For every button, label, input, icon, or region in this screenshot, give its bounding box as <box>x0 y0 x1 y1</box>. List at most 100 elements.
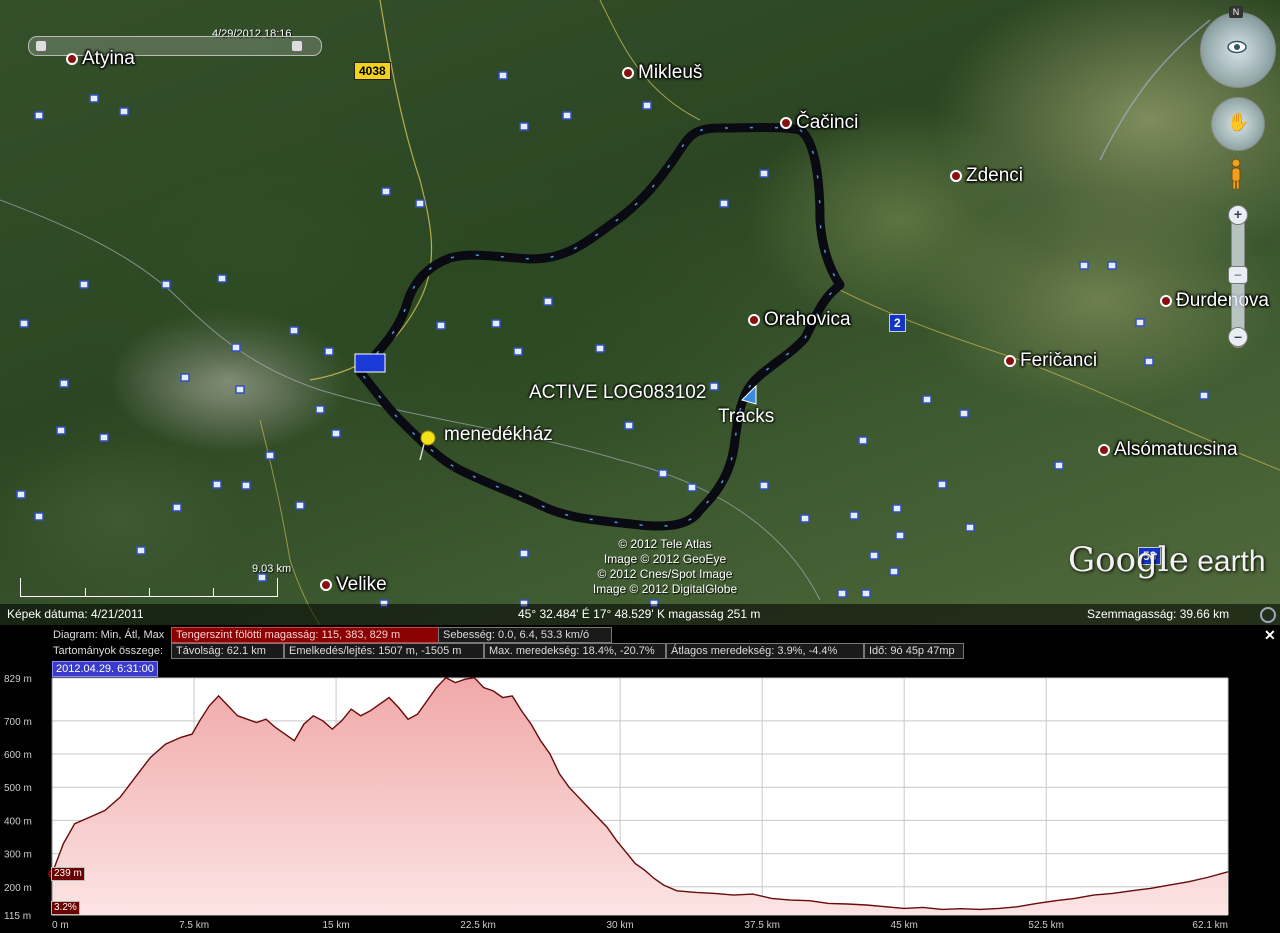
photo-marker-icon[interactable] <box>1199 391 1209 400</box>
photo-marker-icon[interactable] <box>19 319 29 328</box>
copyright-line: © 2012 Cnes/Spot Image <box>597 567 733 581</box>
photo-marker-icon[interactable] <box>289 326 299 335</box>
photo-marker-icon[interactable] <box>1079 261 1089 270</box>
photo-marker-icon[interactable] <box>235 385 245 394</box>
profile-stats-row-2: Tartományok összege: Távolság: 62.1 km E… <box>0 643 1280 659</box>
photo-marker-icon[interactable] <box>56 426 66 435</box>
eye-icon[interactable] <box>1227 40 1247 54</box>
photo-marker-icon[interactable] <box>719 199 729 208</box>
photo-marker-icon[interactable] <box>331 429 341 438</box>
city-label[interactable]: Đurdenova <box>1160 290 1269 312</box>
photo-marker-icon[interactable] <box>687 483 697 492</box>
north-indicator[interactable]: N <box>1229 6 1243 18</box>
photo-marker-icon[interactable] <box>89 94 99 103</box>
time-slider-end-handle[interactable] <box>291 40 303 52</box>
city-label[interactable]: Mikleuš <box>622 62 702 84</box>
photo-marker-icon[interactable] <box>491 319 501 328</box>
city-label[interactable]: Orahovica <box>748 309 851 331</box>
photo-marker-icon[interactable] <box>217 274 227 283</box>
close-profile-button[interactable]: ✕ <box>1264 627 1276 644</box>
photo-marker-icon[interactable] <box>837 589 847 598</box>
photo-marker-icon[interactable] <box>869 551 879 560</box>
photo-marker-icon[interactable] <box>180 373 190 382</box>
placemark-label[interactable]: menedékház <box>444 424 553 446</box>
photo-marker-icon[interactable] <box>858 436 868 445</box>
google-earth-logo: Google earth <box>1068 540 1266 580</box>
photo-marker-icon[interactable] <box>562 111 572 120</box>
photo-marker-icon[interactable] <box>937 480 947 489</box>
photo-marker-icon[interactable] <box>1144 357 1154 366</box>
photo-marker-icon[interactable] <box>324 347 334 356</box>
photo-marker-icon[interactable] <box>241 481 251 490</box>
photo-marker-icon[interactable] <box>965 523 975 532</box>
photo-marker-icon[interactable] <box>513 347 523 356</box>
photo-marker-icon[interactable] <box>315 405 325 414</box>
zoom-slider-thumb[interactable]: – <box>1228 266 1248 284</box>
track-start-marker[interactable] <box>354 353 386 373</box>
photo-marker-icon[interactable] <box>436 321 446 330</box>
pegman-icon[interactable] <box>1229 158 1243 190</box>
photo-marker-icon[interactable] <box>99 433 109 442</box>
photo-marker-icon[interactable] <box>231 343 241 352</box>
photo-marker-icon[interactable] <box>959 409 969 418</box>
photo-marker-icon[interactable] <box>79 280 89 289</box>
photo-marker-icon[interactable] <box>895 531 905 540</box>
zoom-in-button[interactable]: + <box>1228 205 1248 225</box>
distance-stat-chip[interactable]: Távolság: 62.1 km <box>171 643 284 659</box>
photo-marker-icon[interactable] <box>295 501 305 510</box>
photo-marker-icon[interactable] <box>136 546 146 555</box>
photo-marker-icon[interactable] <box>892 504 902 513</box>
photo-marker-icon[interactable] <box>172 503 182 512</box>
time-slider-start-handle[interactable] <box>35 40 47 52</box>
photo-marker-icon[interactable] <box>161 280 171 289</box>
time-stat-chip[interactable]: Idő: 9ó 45p 47mp <box>864 643 964 659</box>
photo-marker-icon[interactable] <box>624 421 634 430</box>
elevation-chart[interactable]: 829 m 700 m 600 m 500 m 400 m 300 m 200 m 115 m… <box>0 625 1280 933</box>
gain-loss-stat-chip[interactable]: Emelkedés/lejtés: 1507 m, -1505 m <box>284 643 484 659</box>
photo-marker-icon[interactable] <box>709 382 719 391</box>
photo-marker-icon[interactable] <box>861 589 871 598</box>
photo-marker-icon[interactable] <box>415 199 425 208</box>
photo-marker-icon[interactable] <box>922 395 932 404</box>
photo-marker-icon[interactable] <box>34 512 44 521</box>
photo-marker-icon[interactable] <box>849 511 859 520</box>
photo-marker-icon[interactable] <box>498 71 508 80</box>
x-tick-label: 45 km <box>891 920 918 931</box>
max-slope-stat-chip[interactable]: Max. meredekség: 18.4%, -20.7% <box>484 643 666 659</box>
city-label[interactable]: Feričanci <box>1004 350 1097 372</box>
speed-stat-chip[interactable]: Sebesség: 0.0, 6.4, 53.3 km/ó <box>438 627 612 643</box>
city-name: Mikleuš <box>638 62 703 83</box>
photo-marker-icon[interactable] <box>59 379 69 388</box>
photo-marker-icon[interactable] <box>1054 461 1064 470</box>
photo-marker-icon[interactable] <box>381 187 391 196</box>
map-view[interactable]: 4/29/2012 18:16 Atyina Mikleuš Čačinci Zden… <box>0 0 1280 625</box>
photo-marker-icon[interactable] <box>543 297 553 306</box>
photo-marker-icon[interactable] <box>642 101 652 110</box>
track-label[interactable]: ACTIVE LOG083102 <box>529 382 706 404</box>
photo-marker-icon[interactable] <box>759 481 769 490</box>
photo-marker-icon[interactable] <box>519 549 529 558</box>
city-label[interactable]: Zdenci <box>950 165 1023 187</box>
city-label[interactable]: Alsómatucsina <box>1098 439 1238 461</box>
photo-marker-icon[interactable] <box>16 490 26 499</box>
elevation-stat-chip[interactable]: Tengerszint fölötti magasság: 115, 383, … <box>171 627 439 643</box>
photo-marker-icon[interactable] <box>658 469 668 478</box>
photo-marker-icon[interactable] <box>265 451 275 460</box>
photo-marker-icon[interactable] <box>1107 261 1117 270</box>
photo-marker-icon[interactable] <box>34 111 44 120</box>
photo-marker-icon[interactable] <box>1135 318 1145 327</box>
photo-marker-icon[interactable] <box>119 107 129 116</box>
tracks-folder-label[interactable]: Tracks <box>718 406 774 428</box>
photo-marker-icon[interactable] <box>595 344 605 353</box>
photo-marker-icon[interactable] <box>889 567 899 576</box>
city-label[interactable]: Čačinci <box>780 112 858 134</box>
zoom-out-button[interactable]: – <box>1228 327 1248 347</box>
avg-slope-stat-chip[interactable]: Átlagos meredekség: 3.9%, -4.4% <box>666 643 864 659</box>
photo-marker-icon[interactable] <box>519 122 529 131</box>
city-label[interactable]: Velike <box>320 574 387 596</box>
photo-marker-icon[interactable] <box>759 169 769 178</box>
photo-marker-icon[interactable] <box>800 514 810 523</box>
hand-icon[interactable]: ✋ <box>1227 112 1249 133</box>
city-label[interactable]: Atyina <box>66 48 135 70</box>
photo-marker-icon[interactable] <box>212 480 222 489</box>
